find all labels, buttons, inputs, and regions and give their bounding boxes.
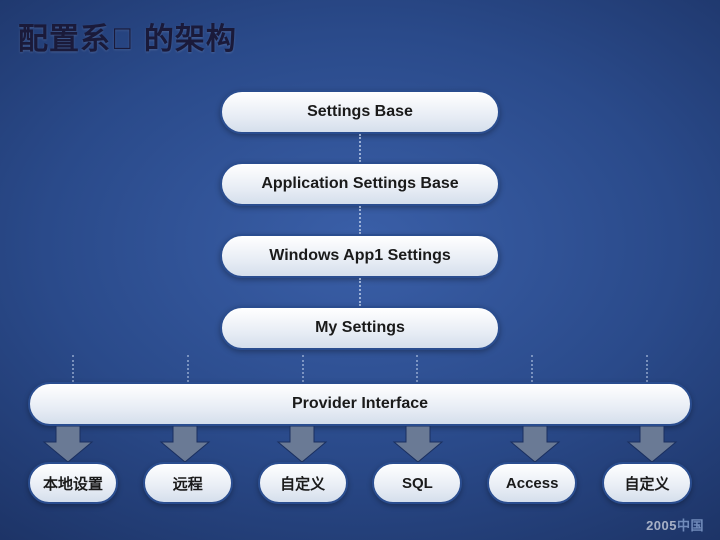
leaf-access: Access [487,462,577,504]
leaf-custom-1: 自定义 [258,462,348,504]
arrow-down-icon [378,426,458,462]
node-my-settings: My Settings [220,306,500,350]
arrow-down-icon [145,426,225,462]
arrow-down-icon [612,426,692,462]
leaf-remote: 远程 [143,462,233,504]
arrow-down-icon [262,426,342,462]
node-application-settings-base: Application Settings Base [220,162,500,206]
connector [359,206,361,234]
providers-row: 本地设置 远程 自定义 SQL Access 自定义 [28,462,692,504]
node-settings-base: Settings Base [220,90,500,134]
node-provider-interface: Provider Interface [28,382,692,426]
leaf-sql: SQL [372,462,462,504]
arrow-row [28,426,692,462]
leaf-local-settings: 本地设置 [28,462,118,504]
provider-top-connectors [28,355,692,382]
arrow-down-icon [495,426,575,462]
node-windows-app1-settings: Windows App1 Settings [220,234,500,278]
slide-title: 配置系  的架构 [18,14,237,58]
hierarchy-stack: Settings Base Application Settings Base … [220,90,500,350]
leaf-custom-2: 自定义 [602,462,692,504]
arrow-down-icon [28,426,108,462]
footer-year: 2005 [646,518,677,533]
connector [359,278,361,306]
footer-branding: 2005中国 [646,515,704,534]
footer-suffix: 中国 [677,518,704,533]
connector [359,134,361,162]
